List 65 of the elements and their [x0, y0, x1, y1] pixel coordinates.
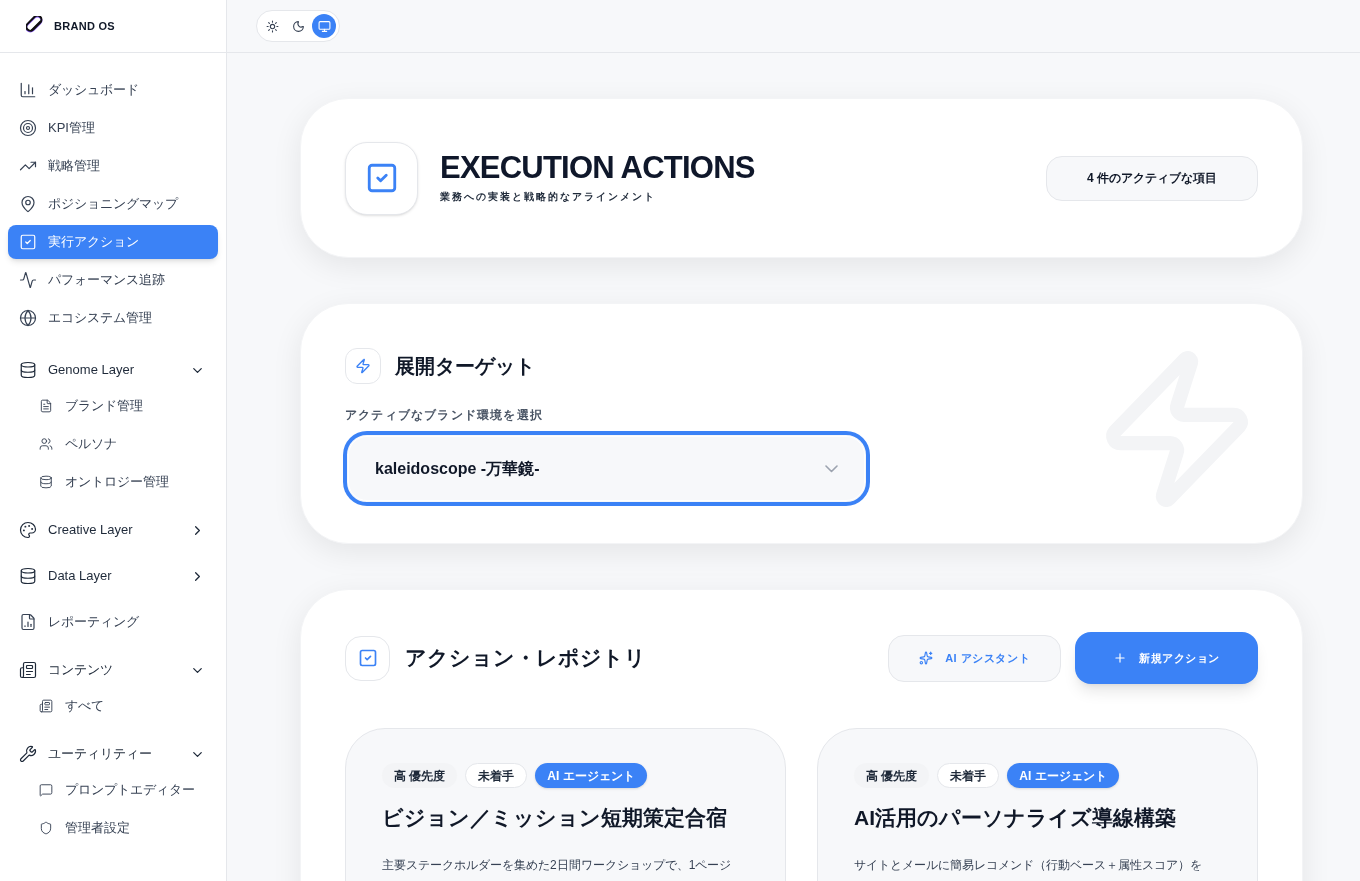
newspaper-icon: [39, 699, 53, 713]
section-title: アクション・レポジトリ: [405, 645, 647, 672]
sidebar-item[interactable]: ポジショニングマップ: [8, 187, 218, 221]
field-label: アクティブなブランド環境を選択: [345, 407, 543, 424]
checkbox-icon: [357, 648, 378, 668]
sidebar-item[interactable]: パフォーマンス追跡: [8, 263, 218, 297]
monitor-icon: [317, 19, 331, 33]
brand-select[interactable]: kaleidoscope -万華鏡-: [345, 433, 868, 504]
database-icon: [19, 361, 37, 379]
sidebar-subitem[interactable]: ペルソナ: [8, 425, 218, 463]
sidebar-subitem[interactable]: 管理者設定: [8, 809, 218, 847]
ai-assistant-button[interactable]: AI アシスタント: [888, 634, 1062, 682]
report-icon: [19, 613, 37, 631]
sidebar-group[interactable]: Genome Layer: [8, 353, 218, 387]
new-action-button[interactable]: 新規アクション: [1075, 632, 1258, 684]
tag: 高 優先度: [382, 763, 458, 788]
action-description: サイトとメールに簡易レコメンド（行動ベース＋属性スコア）を: [854, 856, 1203, 874]
page-subtitle: 業務への実装と戦略的なアラインメント: [440, 190, 657, 204]
lightning-icon: [355, 358, 371, 374]
users-icon: [39, 437, 53, 451]
tag: AI エージェント: [535, 763, 647, 788]
sidebar-item[interactable]: エコシステム管理: [8, 301, 218, 335]
database-icon: [39, 475, 53, 489]
sidebar-item[interactable]: レポーティング: [8, 605, 218, 639]
document-icon: [39, 399, 53, 413]
sparkles-icon: [919, 651, 934, 665]
sidebar-group[interactable]: コンテンツ: [8, 653, 218, 687]
count-badge: 4 件のアクティブな項目: [1046, 155, 1258, 201]
sidebar-group[interactable]: Creative Layer: [8, 513, 218, 547]
target-icon: [19, 119, 37, 137]
sidebar-subitem[interactable]: すべて: [8, 687, 218, 725]
plus-icon: [1113, 651, 1128, 665]
tag: 高 優先度: [854, 763, 930, 788]
wrench-icon: [19, 745, 37, 763]
chevron-down-icon: [825, 464, 838, 473]
sidebar-group[interactable]: ユーティリティー: [8, 737, 218, 771]
action-title: ビジョン／ミッション短期策定合宿: [382, 805, 728, 831]
action-title: AI活用のパーソナライズ導線構築: [854, 805, 1177, 831]
sidebar-group[interactable]: Data Layer: [8, 559, 218, 593]
brand-name: BRAND OS: [54, 18, 115, 34]
tag: AI エージェント: [1007, 763, 1119, 788]
chat-icon: [39, 783, 53, 797]
tag: 未着手: [465, 763, 528, 788]
section-title: 展開ターゲット: [395, 354, 535, 379]
sidebar-item[interactable]: 実行アクション: [8, 225, 218, 259]
map-pin-icon: [19, 195, 37, 213]
sidebar-subitem[interactable]: プロンプトエディター: [8, 771, 218, 809]
shield-icon: [39, 821, 53, 835]
globe-icon: [19, 309, 37, 327]
moon-icon: [291, 19, 305, 33]
page-title: EXECUTION ACTIONS: [440, 152, 756, 183]
tag: 未着手: [937, 763, 1000, 788]
sidebar-subitem[interactable]: ブランド管理: [8, 387, 218, 425]
database-icon: [19, 567, 37, 585]
sun-icon: [265, 19, 279, 33]
checkbox-icon: [19, 233, 37, 251]
palette-icon: [19, 521, 37, 539]
action-description: 主要ステークホルダーを集めた2日間ワークショップで、1ページ: [382, 856, 733, 874]
sidebar-item[interactable]: 戦略管理: [8, 149, 218, 183]
pulse-icon: [19, 271, 37, 289]
newspaper-icon: [19, 661, 37, 679]
sidebar-item[interactable]: KPI管理: [8, 111, 218, 145]
bar-chart-icon: [19, 81, 37, 99]
sidebar-subitem[interactable]: オントロジー管理: [8, 463, 218, 501]
sidebar-item[interactable]: ダッシュボード: [8, 73, 218, 107]
